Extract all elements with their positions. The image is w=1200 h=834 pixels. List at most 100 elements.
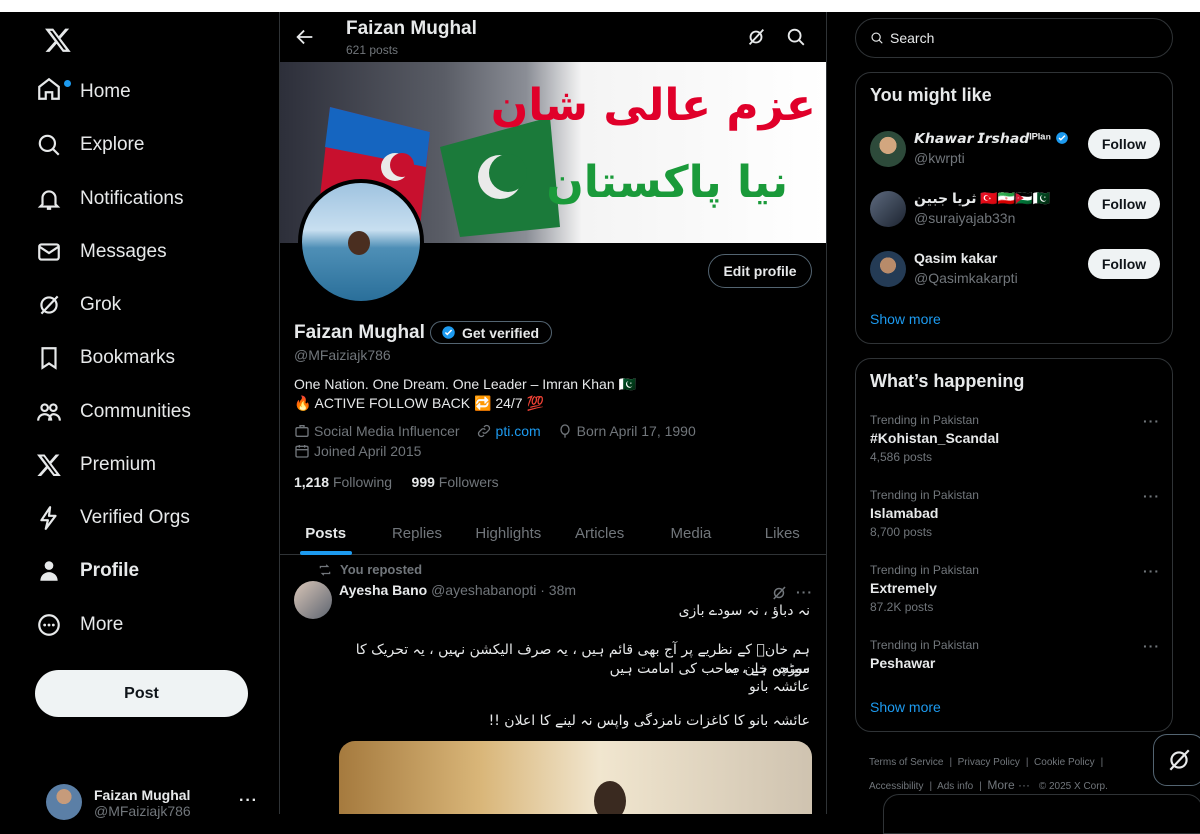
footer-ads-link[interactable]: Ads info — [937, 781, 973, 792]
messages-drawer[interactable] — [883, 794, 1200, 834]
show-more-link[interactable]: Show more — [870, 699, 941, 715]
suggestion-handle: @suraiyajab33n — [914, 210, 1016, 226]
bio-line: 🔥 ACTIVE FOLLOW BACK 🔁 24/7 💯 — [294, 395, 544, 411]
trend-count: 87.2K posts — [870, 600, 934, 614]
suggestion-item[interactable]: 𝙆𝙝𝙖𝙬𝙖𝙧 𝙄𝙧𝙨𝙝𝙖𝙙ᴵᴾᴵᵃⁿ @kwrpti Follow — [870, 129, 1160, 173]
followers-count: 999 — [411, 474, 435, 490]
edit-profile-button[interactable]: Edit profile — [708, 254, 812, 288]
link-icon — [477, 424, 490, 438]
panel-title: What’s happening — [870, 371, 1025, 391]
following-count: 1,218 — [294, 474, 330, 490]
footer-more-link[interactable]: More ··· — [987, 778, 1030, 792]
trend-more-icon[interactable]: ··· — [1143, 488, 1160, 504]
nav-label: Bookmarks — [80, 347, 176, 368]
footer-privacy-link[interactable]: Privacy Policy — [958, 757, 1020, 768]
trend-topic: Extremely — [870, 580, 937, 596]
search-box[interactable] — [855, 18, 1173, 58]
tab-likes[interactable]: Likes — [737, 512, 826, 554]
notification-dot — [64, 80, 71, 87]
avatar — [870, 131, 906, 167]
nav-notifications[interactable]: Notifications — [36, 177, 184, 221]
trend-context: Trending in Pakistan — [870, 488, 979, 502]
suggestion-handle: @kwrpti — [914, 150, 965, 166]
left-navigation: Home Explore Notifications Messages Grok… — [0, 12, 280, 820]
profile-handle: @MFaiziajk786 — [294, 347, 391, 363]
followers-link[interactable]: 999 Followers — [412, 474, 499, 490]
nav-more[interactable]: More — [36, 603, 123, 647]
tab-posts[interactable]: Posts — [280, 512, 371, 554]
trend-item[interactable]: Trending in Pakistan Islamabad 8,700 pos… — [870, 488, 1160, 539]
tab-media[interactable]: Media — [645, 512, 736, 554]
follow-button[interactable]: Follow — [1088, 129, 1160, 159]
trend-count: 4,586 posts — [870, 450, 933, 464]
profile-avatar[interactable] — [298, 179, 424, 305]
nav-label: Notifications — [80, 188, 184, 209]
nav-label: Profile — [80, 560, 140, 581]
suggestion-item[interactable]: ثریا جبین 🇹🇷🇮🇷🇯🇴🇵🇰 @suraiyajab33n Follow — [870, 189, 1160, 233]
whats-happening-panel: What’s happening Trending in Pakistan #K… — [855, 358, 1173, 732]
tweet-text-line: عائشہ بانو — [749, 679, 810, 695]
grok-icon[interactable] — [770, 584, 788, 602]
trend-item[interactable]: Trending in Pakistan Extremely 87.2K pos… — [870, 563, 1160, 614]
nav-communities[interactable]: Communities — [36, 390, 191, 434]
trend-more-icon[interactable]: ··· — [1143, 413, 1160, 429]
header-post-count: 621 posts — [346, 43, 399, 57]
trend-more-icon[interactable]: ··· — [1143, 563, 1160, 579]
suggestion-item[interactable]: Qasim kakar @Qasimkakarpti Follow — [870, 249, 1160, 293]
x-logo-icon — [36, 454, 61, 477]
nav-home[interactable]: Home — [36, 70, 131, 114]
trend-item[interactable]: Trending in Pakistan Peshawar ··· — [870, 638, 1160, 671]
search-icon[interactable] — [785, 26, 807, 48]
tweet-avatar[interactable] — [294, 581, 332, 619]
repost-label: You reposted — [340, 562, 423, 577]
search-icon — [38, 134, 60, 156]
post-button[interactable]: Post — [35, 670, 248, 717]
account-switcher[interactable]: Faizan Mughal @MFaiziajk786 ··· — [46, 784, 276, 824]
profile-column: Faizan Mughal 621 posts عزم عالی شان نیا… — [279, 12, 827, 814]
tweet-author[interactable]: Ayesha Bano @ayeshabanopti · 38m — [339, 582, 576, 598]
person-icon — [40, 561, 58, 581]
suggestion-name: Qasim kakar — [914, 250, 998, 266]
following-link[interactable]: 1,218 Following — [294, 474, 392, 490]
tweet-more-icon[interactable]: ··· — [796, 584, 813, 600]
nav-premium[interactable]: Premium — [36, 443, 156, 487]
grok-floating-button[interactable] — [1153, 734, 1200, 786]
nav-messages[interactable]: Messages — [36, 230, 167, 274]
follow-button[interactable]: Follow — [1088, 189, 1160, 219]
you-might-like-panel: You might like 𝙆𝙝𝙖𝙬𝙖𝙧 𝙄𝙧𝙨𝙝𝙖𝙙ᴵᴾᴵᵃⁿ @kwrpt… — [855, 72, 1173, 344]
get-verified-button[interactable]: Get verified — [430, 321, 553, 344]
profile-name: Faizan Mughal — [294, 322, 425, 343]
suggestion-name-text: 𝙆𝙝𝙖𝙬𝙖𝙧 𝙄𝙧𝙨𝙝𝙖𝙙ᴵᴾᴵᵃⁿ — [914, 130, 1052, 146]
follow-button[interactable]: Follow — [1088, 249, 1160, 279]
footer-accessibility-link[interactable]: Accessibility — [869, 781, 923, 792]
tab-articles[interactable]: Articles — [554, 512, 645, 554]
tweet-media-image[interactable] — [339, 741, 812, 814]
profile-category: Social Media Influencer — [314, 423, 460, 439]
footer-cookie-link[interactable]: Cookie Policy — [1034, 757, 1095, 768]
suggestion-name: 𝙆𝙝𝙖𝙬𝙖𝙧 𝙄𝙧𝙨𝙝𝙖𝙙ᴵᴾᴵᵃⁿ — [914, 130, 1069, 147]
grok-icon[interactable] — [745, 26, 767, 48]
tab-highlights[interactable]: Highlights — [463, 512, 554, 554]
back-arrow-icon[interactable] — [294, 26, 316, 48]
search-input[interactable] — [890, 30, 1150, 46]
footer-terms-link[interactable]: Terms of Service — [869, 757, 943, 768]
nav-verified-orgs[interactable]: Verified Orgs — [36, 496, 190, 540]
more-icon[interactable]: ··· — [239, 792, 258, 810]
search-icon — [871, 32, 883, 44]
follow-counts: 1,218 Following 999 Followers — [294, 474, 499, 490]
nav-bookmarks[interactable]: Bookmarks — [36, 336, 175, 380]
tab-replies[interactable]: Replies — [371, 512, 462, 554]
show-more-link[interactable]: Show more — [870, 311, 941, 327]
x-logo-icon[interactable] — [44, 26, 72, 54]
trend-item[interactable]: Trending in Pakistan #Kohistan_Scandal 4… — [870, 413, 1160, 464]
profile-website-link[interactable]: pti.com — [496, 423, 541, 439]
avatar-figure — [348, 231, 370, 255]
bio-line: One Nation. One Dream. One Leader – Imra… — [294, 376, 636, 392]
nav-profile[interactable]: Profile — [36, 549, 139, 593]
lightning-icon — [40, 506, 57, 530]
nav-grok[interactable]: Grok — [36, 283, 121, 327]
trend-context: Trending in Pakistan — [870, 638, 979, 652]
nav-explore[interactable]: Explore — [36, 123, 144, 167]
repost-icon — [319, 563, 331, 576]
trend-more-icon[interactable]: ··· — [1143, 638, 1160, 654]
